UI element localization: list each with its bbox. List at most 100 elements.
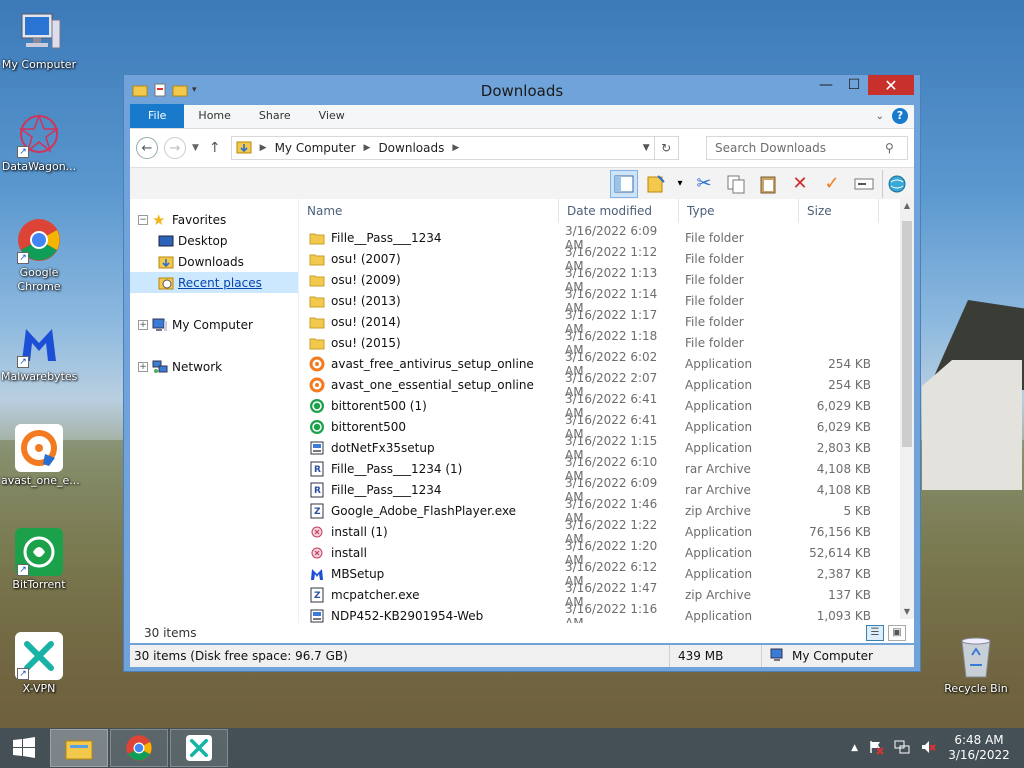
start-button[interactable]: [0, 728, 48, 768]
maximize-button[interactable]: ☐: [840, 75, 868, 95]
rename-icon[interactable]: [850, 170, 878, 198]
taskbar-file-explorer[interactable]: [50, 729, 108, 767]
file-name: dotNetFx35setup: [331, 440, 435, 455]
column-header-name[interactable]: Name: [299, 199, 559, 223]
chrome-icon: ↗: [15, 216, 63, 264]
chevron-down-icon[interactable]: ▼: [643, 143, 650, 153]
search-icon[interactable]: ⚲: [885, 141, 894, 155]
file-size: 1,093 KB: [816, 608, 871, 623]
large-icons-view-button[interactable]: ▣: [888, 625, 906, 641]
file-type: Application: [685, 398, 753, 413]
address-bar[interactable]: ▶ My Computer ▶ Downloads ▶ ▼: [230, 136, 655, 160]
up-button[interactable]: ↑: [209, 140, 221, 156]
svg-text:R: R: [314, 465, 321, 475]
minimize-button[interactable]: —: [812, 75, 840, 95]
tab-file[interactable]: File: [130, 104, 185, 128]
file-type: rar Archive: [685, 461, 751, 476]
desktop-icon-chrome[interactable]: ↗ Google Chrome: [1, 216, 77, 294]
nav-network[interactable]: + Network: [130, 356, 298, 377]
system-tray: ▲ 6:48 AM 3/16/2022: [851, 733, 1024, 763]
file-size: 4,108 KB: [816, 482, 871, 497]
scrollbar-thumb[interactable]: [902, 221, 912, 447]
tab-share[interactable]: Share: [245, 104, 305, 128]
breadcrumb-separator-icon[interactable]: ▶: [364, 143, 371, 153]
expand-icon[interactable]: +: [138, 319, 148, 330]
breadcrumb-downloads[interactable]: Downloads: [378, 141, 444, 155]
taskbar-chrome[interactable]: [110, 729, 168, 767]
back-button[interactable]: ←: [136, 137, 158, 159]
column-header-size[interactable]: Size: [799, 199, 879, 223]
cut-icon[interactable]: ✂: [690, 170, 718, 198]
file-size: 2,803 KB: [816, 440, 871, 455]
nav-recent-places[interactable]: Recent places: [130, 272, 298, 293]
vertical-scrollbar[interactable]: ▲ ▼: [900, 199, 914, 619]
column-header-date[interactable]: Date modified: [559, 199, 679, 223]
file-type: Application: [685, 440, 753, 455]
nav-favorites[interactable]: − ★ Favorites: [130, 209, 298, 230]
file-type: Application: [685, 356, 753, 371]
taskbar-xvpn[interactable]: [170, 729, 228, 767]
status-disk-space: 30 items (Disk free space: 96.7 GB): [130, 645, 670, 667]
scroll-down-icon[interactable]: ▼: [900, 605, 914, 619]
svg-text:R: R: [314, 486, 321, 496]
nav-my-computer[interactable]: + My Computer: [130, 314, 298, 335]
file-type: File folder: [685, 251, 744, 266]
check-icon[interactable]: ✓: [818, 170, 846, 198]
file-name: bittorent500: [331, 419, 406, 434]
explorer-window[interactable]: ▾ Downloads — ☐ ✕ File Home Share View ⌄…: [123, 74, 921, 672]
help-icon[interactable]: ?: [892, 108, 908, 124]
nav-desktop[interactable]: Desktop: [130, 230, 298, 251]
malwarebytes-icon: [309, 566, 325, 582]
expand-ribbon-icon[interactable]: ⌄: [876, 111, 884, 122]
nav-downloads[interactable]: Downloads: [130, 251, 298, 272]
refresh-button[interactable]: ↻: [654, 136, 679, 160]
breadcrumb-my-computer[interactable]: My Computer: [275, 141, 356, 155]
desktop-icon-xvpn[interactable]: ↗ X-VPN: [1, 632, 77, 696]
show-hidden-icons-icon[interactable]: ▲: [851, 743, 858, 753]
volume-muted-icon[interactable]: [920, 739, 936, 758]
file-name: avast_one_essential_setup_online: [331, 377, 534, 392]
ribbon: File Home Share View ⌄ ?: [130, 104, 914, 129]
title-bar[interactable]: ▾ Downloads — ☐ ✕: [124, 75, 920, 105]
paste-icon[interactable]: [754, 170, 782, 198]
desktop-icon-avast-one[interactable]: avast_one_e...: [1, 424, 80, 488]
clock[interactable]: 6:48 AM 3/16/2022: [946, 733, 1012, 763]
details-view-button[interactable]: ☰: [866, 625, 884, 641]
properties-button[interactable]: [642, 170, 670, 198]
tab-home[interactable]: Home: [184, 104, 244, 128]
search-input[interactable]: [715, 141, 885, 155]
desktop-icon-datawagon[interactable]: ↗ DataWagon...: [1, 110, 77, 174]
xvpn-icon: [186, 735, 212, 761]
file-type: File folder: [685, 335, 744, 350]
forward-button[interactable]: →: [164, 137, 186, 159]
file-name: install (1): [331, 524, 388, 539]
collapse-icon[interactable]: −: [138, 214, 148, 225]
shortcut-arrow-icon: ↗: [17, 564, 29, 576]
recent-locations-icon[interactable]: ▼: [192, 143, 199, 153]
breadcrumb-separator-icon[interactable]: ▶: [452, 143, 459, 153]
desktop-icon-my-computer[interactable]: My Computer: [1, 8, 77, 72]
clock-date: 3/16/2022: [948, 748, 1010, 762]
tab-view[interactable]: View: [305, 104, 359, 128]
desktop-icon-label: My Computer: [1, 58, 77, 71]
network-status-icon[interactable]: [894, 739, 910, 758]
desktop-icon-recycle-bin[interactable]: Recycle Bin: [936, 632, 1016, 696]
globe-icon[interactable]: [882, 169, 910, 198]
recent-places-icon: [158, 276, 174, 290]
chevron-down-icon[interactable]: ▾: [674, 170, 686, 198]
navigation-pane-button[interactable]: [610, 169, 638, 198]
action-center-icon[interactable]: [868, 739, 884, 758]
close-button[interactable]: ✕: [868, 75, 914, 95]
shortcut-arrow-icon: ↗: [17, 146, 29, 158]
desktop-icon-bittorrent[interactable]: ↗ BitTorrent: [1, 528, 77, 592]
copy-icon[interactable]: [722, 170, 750, 198]
desktop-icon-malwarebytes[interactable]: ↗ Malwarebytes: [1, 320, 77, 384]
scroll-up-icon[interactable]: ▲: [900, 199, 914, 213]
svg-text:Z: Z: [314, 591, 321, 601]
avast-icon: [309, 356, 325, 372]
expand-icon[interactable]: +: [138, 361, 148, 372]
search-box[interactable]: ⚲: [706, 136, 908, 160]
breadcrumb-separator-icon[interactable]: ▶: [260, 143, 267, 153]
delete-icon[interactable]: ✕: [786, 170, 814, 198]
column-header-type[interactable]: Type: [679, 199, 799, 223]
